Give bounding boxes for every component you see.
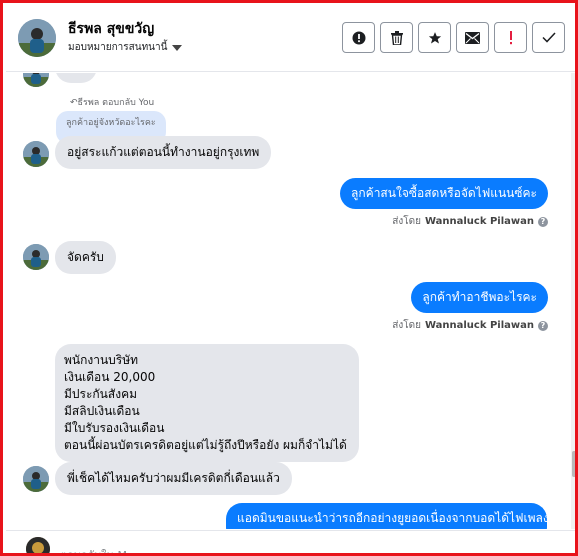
reply-input[interactable]: ตอบกลับใน Messenger...: [60, 546, 187, 553]
incoming-message[interactable]: พี่เช็คได้ไหมครับว่าผมมีเครดิตกี่เดือนแล…: [55, 462, 292, 495]
star-icon: [428, 31, 441, 44]
page-avatar: [26, 537, 50, 553]
incoming-message[interactable]: อยู่สระแก้วแต่ตอนนี้ทำงานอยู่กรุงเทพ: [55, 136, 272, 169]
alert-circle-icon: [352, 31, 365, 44]
window-frame: ธีรพล สุขขวัญ มอบหมายการสนทนานี้ ↶ธีรพล …: [0, 0, 578, 556]
star-button[interactable]: [418, 22, 451, 53]
info-icon[interactable]: ?: [538, 216, 548, 227]
caret-down-icon: [172, 44, 183, 51]
message-line: มีประกันสังคม: [64, 387, 138, 401]
follow-up-button[interactable]: [494, 22, 527, 53]
contact-avatar[interactable]: [18, 19, 56, 57]
contact-name[interactable]: ธีรพล สุขขวัญ: [68, 18, 154, 40]
sender-name[interactable]: Wannaluck Pilawan: [425, 216, 534, 227]
sender-name[interactable]: Wannaluck Pilawan: [425, 320, 534, 331]
assign-conversation-dropdown[interactable]: มอบหมายการสนทนานี้: [68, 40, 183, 55]
outgoing-message-partial[interactable]: แอดมินขอแนะนำว่ารถอีกอย่างยูยอดเนื่องจาก…: [226, 503, 547, 529]
contact-avatar-small: [23, 466, 49, 492]
outgoing-message[interactable]: ลูกค้าทำอาชีพอะไรคะ: [411, 282, 548, 313]
contact-avatar-small: [23, 244, 49, 270]
outgoing-message[interactable]: ลูกค้าสนใจซื้อสดหรือจัดไฟแนนซ์คะ: [340, 178, 548, 209]
conversation-header: ธีรพล สุขขวัญ มอบหมายการสนทนานี้: [6, 6, 575, 72]
reply-composer[interactable]: ตอบกลับใน Messenger...: [6, 530, 575, 553]
contact-avatar-small: [23, 73, 49, 87]
mark-done-button[interactable]: [532, 22, 565, 53]
sent-by-meta: ส่งโดย Wannaluck Pilawan ?: [392, 318, 548, 333]
info-icon[interactable]: ?: [538, 320, 548, 331]
message-line: เงินเดือน 20,000: [64, 370, 156, 384]
mark-unread-button[interactable]: [456, 22, 489, 53]
message-line: มีสลิปเงินเดือน: [64, 404, 140, 418]
incoming-message-multiline[interactable]: พนักงานบริษัท เงินเดือน 20,000 มีประกันส…: [55, 344, 359, 462]
mark-spam-button[interactable]: [342, 22, 375, 53]
assign-label: มอบหมายการสนทนานี้: [68, 42, 168, 53]
sent-by-label: ส่งโดย: [392, 320, 421, 331]
trash-icon: [390, 30, 403, 45]
message-line: พนักงานบริษัท: [64, 353, 139, 367]
check-icon: [541, 32, 556, 43]
incoming-message[interactable]: จัดครับ: [55, 241, 116, 274]
header-actions: [342, 22, 565, 53]
contact-avatar-small: [23, 141, 49, 167]
scrollbar[interactable]: [571, 73, 575, 529]
exclamation-icon: [509, 30, 512, 44]
delete-button[interactable]: [380, 22, 413, 53]
reply-note: ↶ธีรพล ตอบกลับ You: [70, 98, 155, 108]
scrollbar-thumb[interactable]: [572, 451, 575, 477]
sent-by-meta: ส่งโดย Wannaluck Pilawan ?: [392, 214, 548, 229]
message-thread[interactable]: ↶ธีรพล ตอบกลับ You ลูกค้าอยู่จังหวัดอะไร…: [6, 73, 573, 529]
message-line: มีใบรับรองเงินเดือน: [64, 421, 165, 435]
message-bubble-partial[interactable]: [55, 73, 97, 83]
sent-by-label: ส่งโดย: [392, 216, 421, 227]
envelope-icon: [465, 31, 480, 44]
message-line: ตอนนี้ผ่อนบัตรเครดิตอยู่แต่ไม่รู้ถึงปีหร…: [64, 438, 347, 452]
